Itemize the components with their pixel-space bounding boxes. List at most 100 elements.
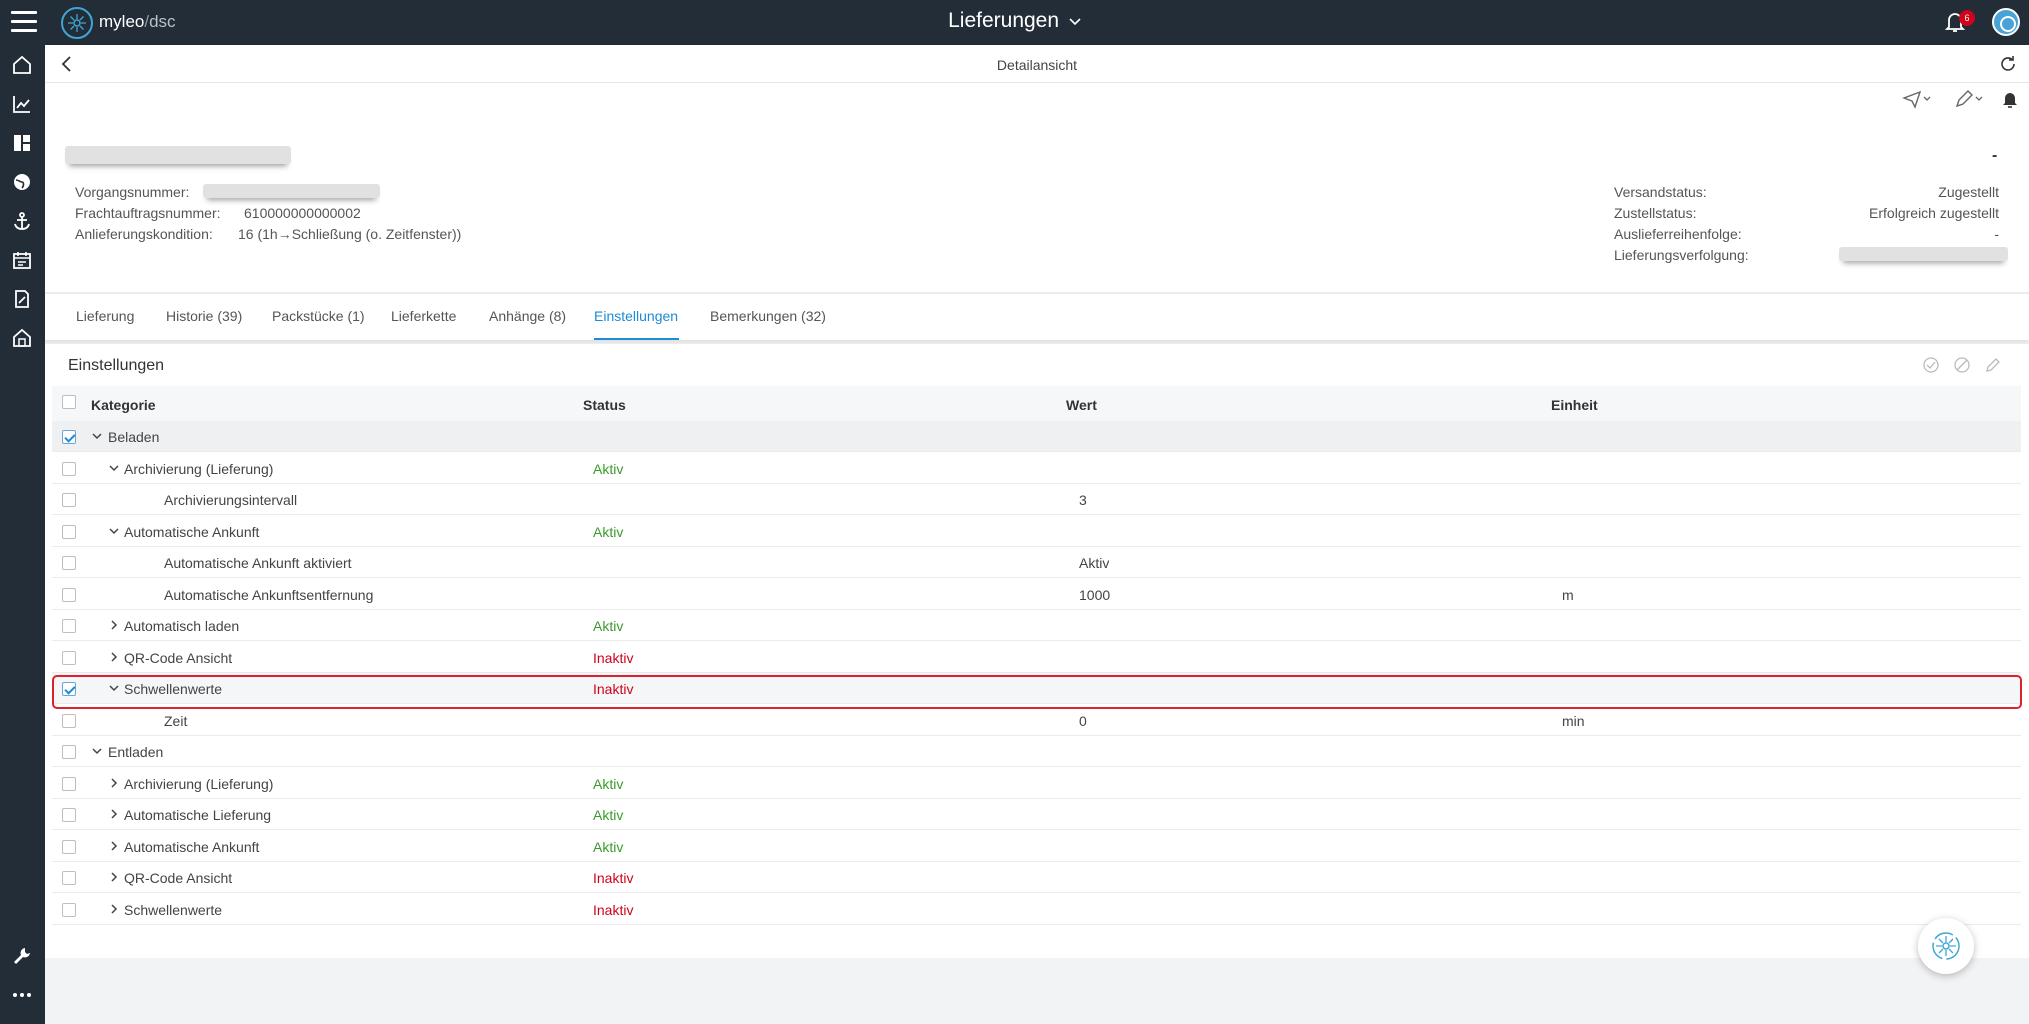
wrench-icon[interactable] xyxy=(11,945,33,967)
chevron-down-icon[interactable] xyxy=(108,525,120,537)
info-label-vorgangsnummer: Vorgangsnummer: xyxy=(75,184,190,200)
row-kategorie: Schwellenwerte xyxy=(124,681,223,697)
table-row[interactable]: Automatische Lieferung Aktiv xyxy=(52,799,2021,830)
row-status: Aktiv xyxy=(593,618,624,634)
table-row[interactable]: Beladen xyxy=(52,421,2021,452)
chevron-down-icon[interactable] xyxy=(91,430,103,442)
row-checkbox[interactable] xyxy=(62,430,76,444)
row-checkbox[interactable] xyxy=(62,745,76,759)
table-row[interactable]: Schwellenwerte Inaktiv xyxy=(52,894,2021,925)
chevron-right-icon[interactable] xyxy=(108,903,120,915)
tab-lieferung[interactable]: Lieferung xyxy=(76,308,134,324)
row-checkbox[interactable] xyxy=(62,776,76,791)
chevron-right-icon[interactable] xyxy=(108,777,120,789)
row-checkbox[interactable] xyxy=(62,461,76,476)
dashboard-icon[interactable] xyxy=(11,132,33,154)
column-header-kategorie[interactable]: Kategorie xyxy=(91,397,156,413)
chevron-down-icon[interactable] xyxy=(108,462,120,474)
column-header-status[interactable]: Status xyxy=(583,397,626,413)
cancel-icon[interactable] xyxy=(1953,356,1971,374)
row-checkbox[interactable] xyxy=(62,839,76,854)
chevron-down-icon[interactable] xyxy=(91,745,103,757)
table-row[interactable]: QR-Code Ansicht Inaktiv xyxy=(52,862,2021,893)
column-header-wert[interactable]: Wert xyxy=(1066,397,1097,413)
calendar-icon[interactable] xyxy=(11,249,33,271)
row-checkbox[interactable] xyxy=(62,493,76,507)
send-menu-icon[interactable] xyxy=(1902,89,1934,109)
row-status: Inaktiv xyxy=(593,649,634,666)
select-all-checkbox[interactable] xyxy=(62,395,76,409)
table-row[interactable]: Schwellenwerte Inaktiv xyxy=(52,673,2021,704)
table-row[interactable]: Automatische Ankunftsentfernung 1000 m xyxy=(52,579,2021,610)
chevron-right-icon[interactable] xyxy=(108,808,120,820)
assistant-fab-button[interactable] xyxy=(1918,918,1974,974)
user-avatar[interactable] xyxy=(1992,8,2020,36)
row-checkbox[interactable] xyxy=(62,713,76,728)
row-einheit: m xyxy=(1562,586,1574,603)
warehouse-icon[interactable] xyxy=(11,327,33,349)
row-checkbox[interactable] xyxy=(62,650,76,665)
tab-lieferkette[interactable]: Lieferkette xyxy=(391,308,456,324)
table-row[interactable]: Archivierung (Lieferung) Aktiv xyxy=(52,453,2021,484)
sidebar xyxy=(0,45,45,1024)
info-value-frachtauftragsnummer: 610000000000002 xyxy=(244,205,361,221)
home-icon[interactable] xyxy=(11,54,33,76)
row-checkbox[interactable] xyxy=(62,808,76,822)
settings-title: Einstellungen xyxy=(68,357,165,374)
chevron-right-icon[interactable] xyxy=(108,840,120,852)
chart-icon[interactable] xyxy=(11,93,33,115)
table-row[interactable]: Automatische Ankunft Aktiv xyxy=(52,516,2021,547)
assistant-icon xyxy=(1932,932,1960,960)
row-status: Aktiv xyxy=(593,775,624,792)
edit-pencil-icon[interactable] xyxy=(1984,356,2002,374)
table-row[interactable]: Archivierung (Lieferung) Aktiv xyxy=(52,768,2021,799)
notification-badge: 6 xyxy=(1959,10,1975,26)
table-row[interactable]: Automatisch laden Aktiv xyxy=(52,610,2021,641)
hamburger-menu-icon[interactable] xyxy=(11,11,37,33)
row-checkbox[interactable] xyxy=(62,682,76,696)
row-kategorie: Archivierungsintervall xyxy=(164,492,298,508)
table-row[interactable]: Automatische Ankunft Aktiv xyxy=(52,831,2021,862)
row-checkbox[interactable] xyxy=(62,556,76,570)
row-checkbox[interactable] xyxy=(62,871,76,885)
row-checkbox[interactable] xyxy=(62,619,76,633)
table-row[interactable]: Automatische Ankunft aktiviert Aktiv xyxy=(52,547,2021,578)
table-row[interactable]: Archivierungsintervall 3 xyxy=(52,484,2021,515)
globe-icon[interactable] xyxy=(11,171,33,193)
refresh-icon[interactable] xyxy=(1998,54,2018,74)
chevron-right-icon[interactable] xyxy=(108,651,120,663)
more-icon[interactable] xyxy=(11,984,33,1006)
active-tab-indicator xyxy=(594,338,679,340)
table-row[interactable]: Zeit 0 min xyxy=(52,705,2021,736)
tab-historie[interactable]: Historie (39) xyxy=(166,308,242,324)
chevron-right-icon[interactable] xyxy=(108,871,120,883)
row-status: Inaktiv xyxy=(593,870,634,886)
document-edit-icon[interactable] xyxy=(11,288,33,310)
row-kategorie: Archivierung (Lieferung) xyxy=(124,460,274,477)
tab-bemerkungen[interactable]: Bemerkungen (32) xyxy=(710,308,826,324)
row-checkbox[interactable] xyxy=(62,902,76,917)
edit-menu-icon[interactable] xyxy=(1954,89,1986,109)
confirm-check-icon[interactable] xyxy=(1922,356,1940,374)
column-header-einheit[interactable]: Einheit xyxy=(1551,397,1598,413)
brand-name[interactable]: myleo/dsc xyxy=(99,12,176,32)
row-kategorie: Beladen xyxy=(108,429,160,445)
info-value-zustellstatus: Erfolgreich zugestellt xyxy=(1869,205,1999,221)
table-row[interactable]: QR-Code Ansicht Inaktiv xyxy=(52,642,2021,673)
chevron-down-icon[interactable] xyxy=(108,682,120,694)
chevron-right-icon[interactable] xyxy=(108,619,120,631)
anchor-icon[interactable] xyxy=(11,210,33,232)
tab-packstuecke[interactable]: Packstücke (1) xyxy=(272,308,365,324)
row-checkbox[interactable] xyxy=(62,587,76,602)
detail-title: Detailansicht xyxy=(996,57,1078,73)
tab-anhaenge[interactable]: Anhänge (8) xyxy=(489,308,566,324)
row-kategorie: Automatische Ankunftsentfernung xyxy=(164,586,374,603)
info-label-lieferungsverfolgung: Lieferungsverfolgung: xyxy=(1614,247,1749,263)
bell-icon[interactable] xyxy=(2000,89,2020,109)
page-title-dropdown[interactable]: Lieferungen xyxy=(948,9,1081,33)
myleo-logo-icon[interactable] xyxy=(61,7,93,39)
row-checkbox[interactable] xyxy=(62,524,76,539)
table-row[interactable]: Entladen xyxy=(52,736,2021,767)
vorgangsnummer-redacted xyxy=(203,184,380,198)
tab-einstellungen[interactable]: Einstellungen xyxy=(594,308,678,324)
